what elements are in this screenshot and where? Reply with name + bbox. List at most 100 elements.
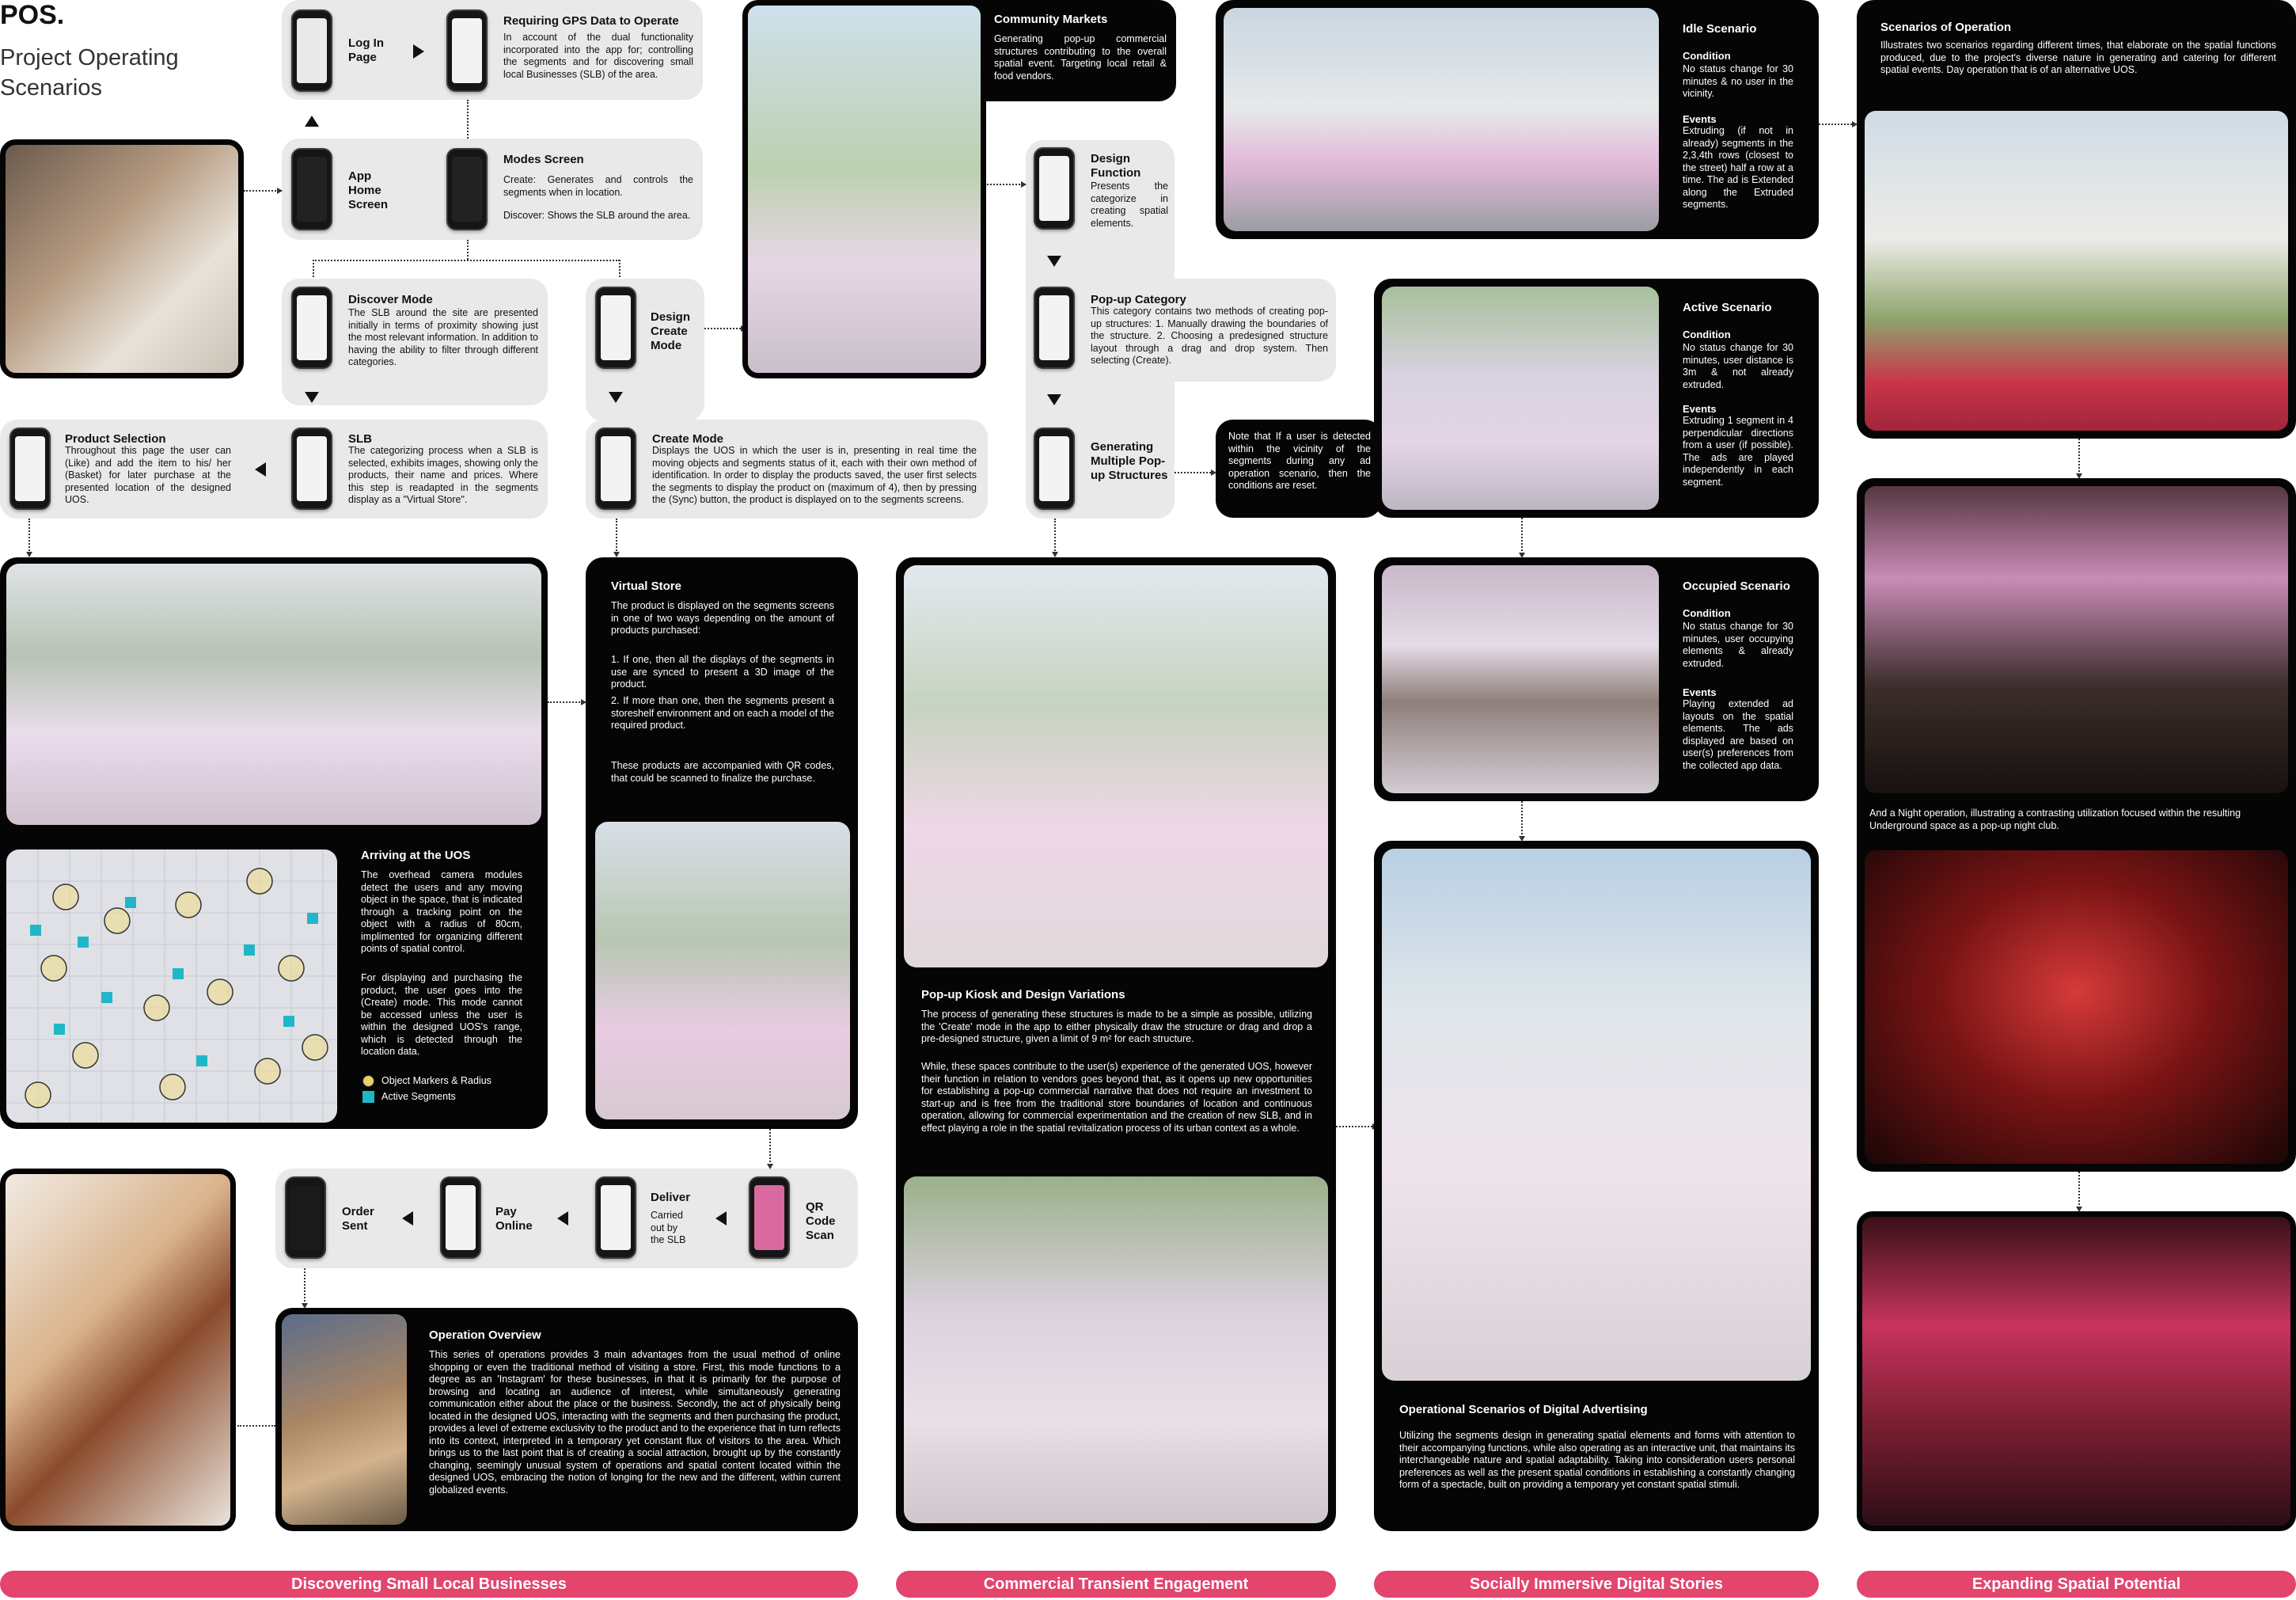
connector — [619, 260, 620, 277]
arrow-right — [413, 44, 424, 59]
arriving-photo — [6, 564, 541, 825]
footer-section-2: Commercial Transient Engagement — [896, 1571, 1336, 1598]
kiosk-photo-bottom — [904, 1176, 1328, 1523]
active-condition-title: Condition — [1683, 329, 1731, 340]
modes-text-discover: Discover: Shows the SLB around the area. — [503, 210, 691, 221]
logo: POS. — [0, 0, 65, 30]
product-phone — [9, 428, 51, 510]
app-home-label: App Home Screen — [348, 169, 389, 211]
footer-section-3: Socially Immersive Digital Stories — [1374, 1571, 1819, 1598]
operational-photo — [1382, 849, 1811, 1381]
design-function-phone — [1034, 147, 1075, 230]
operational-text: Utilizing the segments design in generat… — [1399, 1430, 1795, 1490]
deliver-label: Deliver — [651, 1191, 691, 1204]
connector — [304, 1268, 306, 1305]
overview-text: This series of operations provides 3 mai… — [429, 1349, 841, 1495]
occupied-photo — [1382, 565, 1659, 793]
connector — [1054, 519, 1056, 553]
connector — [1336, 1126, 1376, 1127]
create-mode-text: Displays the UOS in which the user is in… — [652, 445, 977, 505]
overview-title: Operation Overview — [429, 1328, 541, 1342]
connector-tip — [613, 552, 620, 557]
page-title-line2: Scenarios — [0, 75, 102, 101]
arrow-down — [1047, 256, 1061, 267]
product-text: Throughout this page the user can (Like)… — [65, 445, 231, 505]
arrow-down — [305, 392, 319, 403]
kiosk-title: Pop-up Kiosk and Design Variations — [921, 988, 1125, 1001]
connector — [769, 1129, 771, 1165]
connector — [2078, 1172, 2080, 1208]
connector — [313, 260, 314, 277]
pay-phone — [440, 1176, 481, 1259]
connector-tip — [1052, 552, 1058, 557]
connector — [704, 328, 744, 329]
arrow-left — [557, 1211, 568, 1226]
virtual-store-text-2: 1. If one, then all the displays of the … — [611, 654, 834, 690]
login-phone — [291, 10, 332, 92]
tracking-map-svg — [6, 849, 337, 1123]
operation-title: Scenarios of Operation — [1880, 21, 2012, 34]
community-photo — [742, 0, 986, 378]
day-photo — [1865, 111, 2288, 431]
arrow-up — [305, 116, 319, 127]
active-photo — [1382, 287, 1659, 510]
connector-tip — [1519, 836, 1525, 842]
arrow-left — [255, 462, 266, 477]
idle-condition-title: Condition — [1683, 50, 1731, 62]
connector-tip — [1021, 181, 1027, 188]
virtual-store-title: Virtual Store — [611, 580, 681, 593]
night-photo-top — [1865, 486, 2288, 793]
community-title: Community Markets — [994, 13, 1108, 26]
arriving-title: Arriving at the UOS — [361, 849, 471, 862]
connector — [313, 260, 620, 261]
home-photo — [0, 139, 244, 378]
virtual-store-text-4: These products are accompanied with QR c… — [611, 760, 834, 784]
legend-swatch-segments — [362, 1091, 374, 1103]
night-photo-bottom — [1865, 850, 2288, 1164]
arrow-left — [402, 1211, 413, 1226]
idle-events: Extruding (if not in already) segments i… — [1683, 125, 1793, 210]
operational-title: Operational Scenarios of Digital Adverti… — [1399, 1403, 1648, 1416]
footer-section-1: Discovering Small Local Businesses — [0, 1571, 858, 1598]
modes-phone — [446, 148, 488, 230]
gps-text: In account of the dual functionality inc… — [503, 32, 693, 80]
slb-phone — [291, 428, 332, 510]
kiosk-text-2: While, these spaces contribute to the us… — [921, 1061, 1312, 1134]
connector — [2078, 439, 2080, 475]
design-create-label: Design Create Mode — [651, 310, 691, 352]
night-text: And a Night operation, illustrating a co… — [1869, 808, 2241, 831]
order-label: Order Sent — [342, 1205, 374, 1233]
arriving-text-1: The overhead camera modules detect the u… — [361, 869, 522, 954]
virtual-store-text-1: The product is displayed on the segments… — [611, 600, 834, 636]
connector-tip — [2076, 1207, 2082, 1212]
connector — [244, 190, 282, 192]
legend-swatch-markers — [362, 1075, 374, 1087]
virtual-store-photo — [595, 822, 850, 1119]
order-phone — [285, 1176, 326, 1259]
active-events: Extruding 1 segment in 4 perpendicular d… — [1683, 415, 1793, 488]
kiosk-text-1: The process of generating these structur… — [921, 1009, 1312, 1044]
connector-tip — [1519, 553, 1525, 558]
club-photo — [1857, 1211, 2296, 1531]
occupied-events: Playing extended ad layouts on the spati… — [1683, 698, 1793, 771]
gps-phone — [446, 10, 488, 92]
overview-photo — [282, 1314, 407, 1525]
connector — [1521, 801, 1523, 838]
modes-text-create: Create: Generates and controls the segme… — [503, 174, 693, 198]
qr-phone — [749, 1176, 790, 1259]
connector — [616, 519, 617, 553]
occupied-condition-title: Condition — [1683, 607, 1731, 619]
slb-text: The categorizing process when a SLB is s… — [348, 445, 538, 505]
pay-label: Pay Online — [495, 1205, 533, 1233]
legend-label-segments: Active Segments — [381, 1091, 456, 1102]
create-mode-phone — [595, 428, 636, 510]
connector-tip — [26, 552, 32, 557]
arrow-down — [1047, 394, 1061, 405]
page-title-line1: Project Operating — [0, 45, 179, 70]
connector — [28, 519, 30, 553]
delivery-photo — [0, 1169, 236, 1531]
idle-condition: No status change for 30 minutes & no use… — [1683, 63, 1793, 99]
connector — [467, 100, 469, 139]
tracking-map — [6, 849, 337, 1123]
community-text: Generating pop-up commercial structures … — [994, 33, 1167, 82]
